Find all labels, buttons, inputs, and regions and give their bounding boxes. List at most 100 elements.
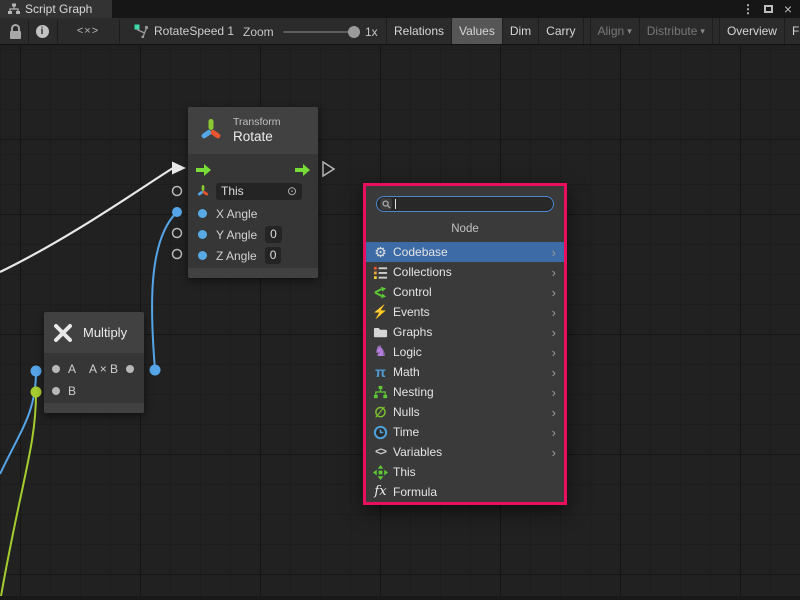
zoom-label: Zoom	[243, 25, 274, 39]
time-clock-icon	[372, 424, 389, 440]
control-output-port[interactable]	[295, 164, 310, 176]
info-button[interactable]: i	[30, 18, 54, 44]
relations-button[interactable]: Relations	[386, 18, 451, 44]
align-dropdown[interactable]: Align ▾	[590, 18, 639, 44]
code-preview-button[interactable]: <×>	[60, 18, 116, 44]
toolbar-buttons: Relations Values Dim Carry Align ▾ Distr…	[386, 18, 800, 44]
control-input-port[interactable]	[196, 164, 211, 176]
multiply-output-port[interactable]	[126, 365, 134, 373]
node-footer	[188, 268, 318, 278]
tab-label: Script Graph	[25, 2, 92, 16]
breadcrumb[interactable]: RotateSpeed 1	[134, 18, 234, 44]
finder-search-input[interactable]	[376, 196, 554, 212]
nulls-icon: ∅	[372, 404, 389, 420]
multiply-b-port[interactable]	[52, 387, 60, 395]
graphs-folder-icon	[372, 324, 389, 340]
zoom-level: 1x	[365, 25, 378, 39]
zangle-value-field[interactable]: 0	[265, 247, 282, 264]
values-button[interactable]: Values	[451, 18, 502, 44]
transform-icon-small	[196, 184, 210, 199]
lock-button[interactable]	[4, 18, 26, 44]
chevron-right-icon: ›	[552, 265, 558, 280]
finder-list: ⚙ Codebase › Collections ›	[366, 242, 564, 502]
this-object-field[interactable]: This ⊙	[216, 183, 302, 200]
finder-item-this[interactable]: This	[366, 462, 564, 482]
finder-header: Node	[366, 218, 564, 240]
yangle-port[interactable]	[198, 230, 207, 239]
chevron-down-icon: ▾	[700, 26, 705, 37]
graph-asset-icon	[134, 24, 148, 38]
finder-item-variables[interactable]: <> Variables ›	[366, 442, 564, 462]
carry-button[interactable]: Carry	[538, 18, 582, 44]
control-icon	[372, 284, 389, 300]
this-port-row: This ⊙	[188, 181, 318, 202]
distribute-dropdown[interactable]: Distribute ▾	[639, 18, 712, 44]
breadcrumb-label: RotateSpeed 1	[154, 24, 234, 38]
finder-item-graphs[interactable]: Graphs ›	[366, 322, 564, 342]
variables-icon: <>	[372, 444, 389, 460]
window-maximize-button[interactable]	[760, 0, 776, 18]
window-close-button[interactable]: ×	[780, 0, 796, 18]
window-menu-button[interactable]: ⋮	[740, 0, 756, 18]
finder-item-time[interactable]: Time ›	[366, 422, 564, 442]
multiply-a-port[interactable]	[52, 365, 60, 373]
object-picker-icon[interactable]: ⊙	[287, 183, 297, 200]
text-caret	[395, 199, 396, 209]
node-category: Transform	[233, 116, 280, 129]
multiply-a-row: A A × B	[44, 358, 144, 379]
tab-script-graph[interactable]: Script Graph	[0, 0, 112, 18]
node-multiply[interactable]: Multiply A A × B B	[44, 312, 144, 413]
multiply-b-row: B	[44, 380, 144, 401]
multiply-icon	[52, 322, 74, 344]
node-footer	[44, 403, 144, 413]
finder-item-codebase[interactable]: ⚙ Codebase ›	[366, 242, 564, 262]
finder-item-control[interactable]: Control ›	[366, 282, 564, 302]
node-header[interactable]: Transform Rotate	[188, 107, 318, 154]
events-icon: ⚡	[372, 304, 389, 320]
node-transform-rotate[interactable]: Transform Rotate This ⊙ X Angle	[188, 107, 318, 278]
control-ports-row	[188, 159, 318, 180]
node-title: Multiply	[83, 325, 127, 340]
chevron-right-icon: ›	[552, 405, 558, 420]
zangle-port[interactable]	[198, 251, 207, 260]
fullscreen-button[interactable]: Full Screen	[784, 18, 800, 44]
chevron-down-icon: ▾	[627, 26, 632, 37]
overview-button[interactable]: Overview	[719, 18, 784, 44]
finder-item-nulls[interactable]: ∅ Nulls ›	[366, 402, 564, 422]
toolbar-separator	[712, 18, 719, 44]
math-icon: π	[372, 364, 389, 380]
nesting-icon	[372, 384, 389, 400]
codebase-icon: ⚙	[372, 244, 389, 260]
zangle-port-row: Z Angle 0	[188, 245, 318, 266]
graph-toolbar: i <×> RotateSpeed 1 Zoom 1x Relations Va…	[0, 18, 800, 45]
transform-icon	[198, 117, 224, 145]
node-header[interactable]: Multiply	[44, 312, 144, 353]
chevron-right-icon: ›	[552, 345, 558, 360]
finder-item-logic[interactable]: ♞ Logic ›	[366, 342, 564, 362]
toolbar-separator	[583, 18, 590, 44]
xangle-port[interactable]	[198, 209, 207, 218]
chevron-right-icon: ›	[552, 325, 558, 340]
toolbar-separator	[28, 20, 29, 43]
script-graph-window: Script Graph ⋮ × i <×> RotateSpeed 1	[0, 0, 800, 600]
logic-icon: ♞	[372, 344, 389, 360]
finder-item-nesting[interactable]: Nesting ›	[366, 382, 564, 402]
yangle-value-field[interactable]: 0	[265, 226, 282, 243]
node-title: Rotate	[233, 129, 280, 146]
tab-bar: Script Graph ⋮ ×	[0, 0, 800, 18]
finder-item-collections[interactable]: Collections ›	[366, 262, 564, 282]
finder-item-events[interactable]: ⚡ Events ›	[366, 302, 564, 322]
info-icon: i	[36, 25, 49, 38]
xangle-port-row: X Angle	[188, 203, 318, 224]
finder-item-math[interactable]: π Math ›	[366, 362, 564, 382]
finder-item-formula[interactable]: fx Formula	[366, 482, 564, 502]
dim-button[interactable]: Dim	[502, 18, 538, 44]
chevron-right-icon: ›	[552, 365, 558, 380]
zoom-slider-track[interactable]	[283, 31, 355, 33]
toolbar-separator	[57, 20, 58, 43]
zoom-slider-handle[interactable]	[348, 26, 360, 38]
search-icon	[380, 198, 392, 210]
graph-icon	[8, 3, 20, 15]
collections-icon	[372, 264, 389, 280]
chevron-right-icon: ›	[552, 445, 558, 460]
